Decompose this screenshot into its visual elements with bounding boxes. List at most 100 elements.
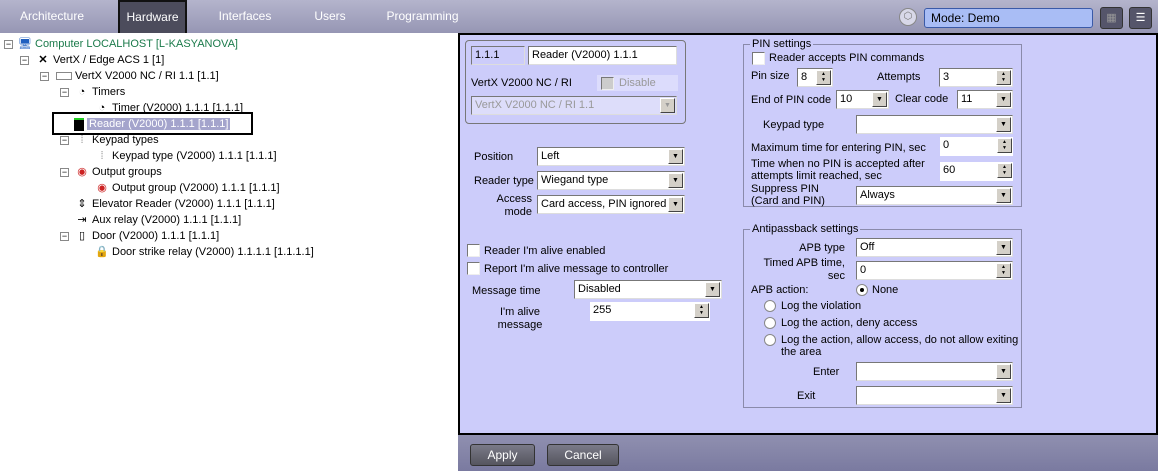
apb-action-deny-radio[interactable] xyxy=(764,317,776,329)
suppress-pin-select[interactable]: Always ▼ xyxy=(856,186,1013,205)
collapse-toggle[interactable]: − xyxy=(60,88,69,97)
collapse-toggle[interactable]: − xyxy=(40,72,49,81)
suppress-pin-value: Always xyxy=(860,189,895,201)
timed-apb-label-1: Timed APB time, xyxy=(763,257,845,269)
apply-button[interactable]: Apply xyxy=(470,444,535,466)
apb-action-none-radio[interactable] xyxy=(856,284,868,296)
end-pin-select[interactable]: 10 ▼ xyxy=(836,90,889,109)
max-time-label: Maximum time for entering PIN, sec xyxy=(751,142,926,154)
parent-label: VertX V2000 NC / RI xyxy=(471,77,572,89)
layout-grid-icon[interactable]: ▦ xyxy=(1100,7,1123,29)
position-select[interactable]: Left ▼ xyxy=(537,147,685,166)
keypad-icon: ⁞ xyxy=(80,133,84,146)
tree-item-keypad-type[interactable]: ⁞ Keypad type (V2000) 1.1.1 [1.1.1] xyxy=(95,148,276,164)
spinner-arrows-icon[interactable]: ▲ ▼ xyxy=(816,70,831,85)
action-bar: Apply Cancel xyxy=(458,435,1158,471)
timed-apb-spinner[interactable]: 0 ▲ ▼ xyxy=(856,261,1013,280)
apb-type-select[interactable]: Off ▼ xyxy=(856,238,1013,257)
chevron-down-icon: ▼ xyxy=(996,388,1011,403)
report-alive-checkbox[interactable] xyxy=(467,262,480,275)
keypad-type-select[interactable]: ▼ xyxy=(856,115,1013,134)
enter-select[interactable]: ▼ xyxy=(856,362,1013,381)
parent-select[interactable]: VertX V2000 NC / RI 1.1 ▼ xyxy=(471,96,677,115)
tree-item-controller[interactable]: VertX V2000 NC / RI 1.1 [1.1] xyxy=(56,68,219,84)
spinner-arrows-icon[interactable]: ▲ ▼ xyxy=(997,163,1012,178)
hardware-tree: − 🖥 Computer LOCALHOST [L-KASYANOVA] − ✕ V… xyxy=(0,33,458,471)
accepts-pin-checkbox[interactable] xyxy=(752,52,765,65)
object-name-input[interactable]: Reader (V2000) 1.1.1 xyxy=(528,46,677,65)
timed-apb-label-2: sec xyxy=(827,270,845,282)
tree-item-timers[interactable]: ◔ Timers xyxy=(75,84,126,100)
report-alive-label: Report I'm alive message to controller xyxy=(484,263,669,275)
lockout-time-spinner[interactable]: 60 ▲ ▼ xyxy=(940,162,1013,181)
apb-action-log-violation-radio[interactable] xyxy=(764,300,776,312)
tab-interfaces[interactable]: Interfaces xyxy=(210,0,280,33)
controller-icon xyxy=(56,72,72,81)
tree-item-door[interactable]: ▯ Door (V2000) 1.1.1 [1.1.1] xyxy=(75,228,219,244)
tree-item-output-groups[interactable]: ◉ Output groups xyxy=(75,164,162,180)
cancel-button[interactable]: Cancel xyxy=(547,444,619,466)
spinner-arrows-icon[interactable]: ▲ ▼ xyxy=(996,263,1011,278)
clear-code-select[interactable]: 11 ▼ xyxy=(957,90,1013,109)
computer-icon: 🖥 xyxy=(18,37,32,50)
elevator-icon: ⇕ xyxy=(77,197,87,210)
tree-item-elevator-reader[interactable]: ⇕ Elevator Reader (V2000) 1.1.1 [1.1.1] xyxy=(75,196,274,212)
tab-programming[interactable]: Programming xyxy=(385,0,460,33)
door-icon: ▯ xyxy=(78,229,86,242)
message-time-select[interactable]: Disabled ▼ xyxy=(574,280,722,299)
clear-code-value: 11 xyxy=(961,93,973,105)
access-mode-label-2: mode xyxy=(504,206,532,218)
tab-users[interactable]: Users xyxy=(305,0,355,33)
chevron-down-icon: ▼ xyxy=(668,173,683,188)
access-mode-select[interactable]: Card access, PIN ignored ▼ xyxy=(537,195,685,214)
pin-size-spinner[interactable]: 8 ▲ ▼ xyxy=(797,68,833,87)
tree-item-aux-relay[interactable]: ⇥ Aux relay (V2000) 1.1.1 [1.1.1] xyxy=(75,212,241,228)
lockout-time-value: 60 xyxy=(943,164,956,176)
collapse-toggle[interactable]: − xyxy=(60,232,69,241)
end-pin-value: 10 xyxy=(840,93,853,105)
message-time-value: Disabled xyxy=(578,283,621,295)
tab-architecture[interactable]: Architecture xyxy=(8,0,96,33)
tree-item-computer[interactable]: 🖥 Computer LOCALHOST [L-KASYANOVA] xyxy=(18,36,238,52)
tree-item-output-group[interactable]: ◉ Output group (V2000) 1.1.1 [1.1.1] xyxy=(95,180,279,196)
menu-icon[interactable]: ☰ xyxy=(1129,7,1152,29)
apb-action-allow-radio[interactable] xyxy=(764,334,776,346)
hexagon-icon[interactable]: ⬡ xyxy=(899,8,917,26)
chevron-down-icon: ▼ xyxy=(660,98,675,113)
pin-size-label: Pin size xyxy=(751,70,790,82)
collapse-toggle[interactable]: − xyxy=(60,168,69,177)
collapse-toggle[interactable]: − xyxy=(4,40,13,49)
spinner-arrows-icon[interactable]: ▲ ▼ xyxy=(996,70,1011,85)
disable-checkbox[interactable] xyxy=(601,77,614,90)
chevron-down-icon: ▼ xyxy=(996,188,1011,203)
reader-alive-label: Reader I'm alive enabled xyxy=(484,245,606,257)
tree-item-door-strike-relay[interactable]: 🔒 Door strike relay (V2000) 1.1.1.1 [1.1.… xyxy=(95,244,314,260)
tab-hardware[interactable]: Hardware xyxy=(118,0,187,33)
reader-type-select[interactable]: Wiegand type ▼ xyxy=(537,171,685,190)
chevron-down-icon: ▼ xyxy=(668,197,683,212)
top-bar: Architecture Hardware Interfaces Users P… xyxy=(0,0,1158,33)
max-time-spinner[interactable]: 0 ▲ ▼ xyxy=(940,137,1013,156)
spinner-arrows-icon[interactable]: ▲ ▼ xyxy=(997,138,1012,153)
apb-action-log-violation-label: Log the violation xyxy=(781,300,862,312)
reader-alive-checkbox[interactable] xyxy=(467,244,480,257)
access-mode-label-1: Access xyxy=(496,193,532,205)
mode-field: Mode: Demo xyxy=(924,8,1093,28)
timer-icon: ◔ xyxy=(78,85,86,98)
clear-code-label: Clear code xyxy=(895,93,949,105)
exit-select[interactable]: ▼ xyxy=(856,386,1013,405)
end-pin-label: End of PIN code xyxy=(751,94,832,106)
spinner-arrows-icon[interactable]: ▲ ▼ xyxy=(694,303,709,318)
apb-type-label: APB type xyxy=(799,242,845,254)
attempts-spinner[interactable]: 3 ▲ ▼ xyxy=(939,68,1013,87)
position-value: Left xyxy=(541,150,560,162)
collapse-toggle[interactable]: − xyxy=(60,136,69,145)
reader-type-value: Wiegand type xyxy=(541,174,609,186)
alive-message-spinner[interactable]: 255 ▲ ▼ xyxy=(590,302,710,321)
output-signal-icon: ◉ xyxy=(97,181,107,194)
tree-item-vertx-acs[interactable]: ✕ VertX / Edge ACS 1 [1] xyxy=(36,52,164,68)
collapse-toggle[interactable]: − xyxy=(20,56,29,65)
access-mode-value: Card access, PIN ignored xyxy=(541,198,667,210)
apb-action-deny-label: Log the action, deny access xyxy=(781,317,918,329)
attempts-label: Attempts xyxy=(877,71,921,83)
